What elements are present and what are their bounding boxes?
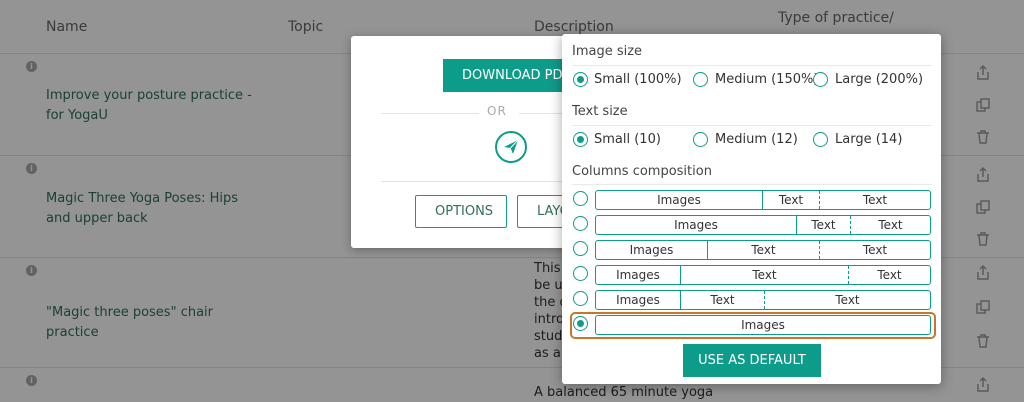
divider (381, 113, 479, 114)
column-text: Text (764, 291, 930, 309)
column-text: Text (680, 291, 764, 309)
options-button[interactable]: OPTIONS (415, 195, 507, 228)
text-size-large-label[interactable]: Large (14) (835, 132, 902, 147)
image-size-medium-label[interactable]: Medium (150%) (715, 72, 818, 87)
composition-3-bar[interactable]: Images Text Text (595, 240, 931, 260)
export-modal: DOWNLOAD PDF OR OPTIONS LAYO (351, 36, 571, 248)
composition-4-bar[interactable]: Images Text Text (595, 265, 931, 285)
divider (572, 184, 932, 185)
composition-6-bar[interactable]: Images (595, 315, 931, 335)
divider (572, 125, 932, 126)
composition-5-radio[interactable] (573, 291, 588, 306)
or-separator: OR (487, 104, 507, 118)
column-images: Images (616, 293, 660, 307)
column-text: Text (707, 241, 819, 259)
column-text: Text (762, 191, 819, 209)
text-size-small-label[interactable]: Small (10) (594, 132, 661, 147)
column-text: Text (850, 216, 930, 234)
send-button[interactable] (495, 131, 527, 163)
column-images: Images (741, 318, 785, 332)
column-text: Text (848, 266, 930, 284)
column-images: Images (674, 218, 718, 232)
image-size-large-label[interactable]: Large (200%) (835, 72, 923, 87)
image-size-small-label[interactable]: Small (100%) (594, 72, 682, 87)
composition-4-radio[interactable] (573, 266, 588, 281)
image-size-large-radio[interactable] (813, 72, 828, 87)
composition-2-bar[interactable]: Images Text Text (595, 215, 931, 235)
image-size-label: Image size (572, 44, 643, 59)
divider (381, 181, 571, 182)
image-size-medium-radio[interactable] (693, 72, 708, 87)
composition-5-bar[interactable]: Images Text Text (595, 290, 931, 310)
composition-6-radio[interactable] (573, 316, 588, 331)
download-pdf-button[interactable]: DOWNLOAD PDF (443, 59, 571, 92)
columns-composition-label: Columns composition (572, 164, 712, 179)
column-images: Images (629, 243, 674, 257)
text-size-label: Text size (572, 104, 628, 119)
send-icon (504, 139, 519, 154)
column-images: Images (616, 268, 660, 282)
composition-2-radio[interactable] (573, 216, 588, 231)
text-size-small-radio[interactable] (573, 132, 588, 147)
text-size-medium-label[interactable]: Medium (12) (715, 132, 798, 147)
column-images: Images (657, 193, 701, 207)
pdf-options-panel: Image size Small (100%) Medium (150%) La… (562, 34, 941, 384)
text-size-large-radio[interactable] (813, 132, 828, 147)
column-text: Text (680, 266, 848, 284)
composition-1-bar[interactable]: Images Text Text (595, 190, 931, 210)
divider (572, 65, 932, 66)
text-size-medium-radio[interactable] (693, 132, 708, 147)
column-text: Text (796, 216, 850, 234)
image-size-small-radio[interactable] (573, 72, 588, 87)
composition-1-radio[interactable] (573, 191, 588, 206)
composition-3-radio[interactable] (573, 241, 588, 256)
use-as-default-button[interactable]: USE AS DEFAULT (683, 344, 821, 377)
column-text: Text (819, 241, 930, 259)
column-text: Text (819, 191, 930, 209)
